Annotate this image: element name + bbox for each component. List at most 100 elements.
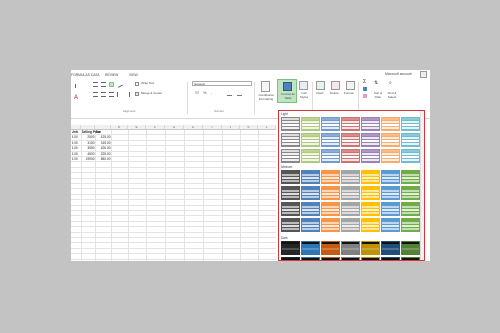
table-style-swatch[interactable] <box>401 257 420 260</box>
table-style-swatch[interactable] <box>361 170 380 184</box>
find-select-icon[interactable]: ⌕ <box>389 81 396 90</box>
decrease-decimal-icon[interactable] <box>237 91 242 96</box>
table-style-swatch[interactable] <box>381 133 400 147</box>
table-style-swatch[interactable] <box>381 149 400 163</box>
table-style-swatch[interactable] <box>361 133 380 147</box>
table-style-swatch[interactable] <box>281 117 300 131</box>
table-style-swatch[interactable] <box>281 257 300 260</box>
table-style-swatch[interactable] <box>381 218 400 232</box>
table-style-swatch[interactable] <box>361 186 380 200</box>
table-style-swatch[interactable] <box>321 257 340 260</box>
table-style-swatch[interactable] <box>281 170 300 184</box>
table-style-swatch[interactable] <box>341 202 360 216</box>
table-style-swatch[interactable] <box>301 241 320 255</box>
table-style-swatch[interactable] <box>361 149 380 163</box>
table-style-swatch[interactable] <box>341 149 360 163</box>
cell-styles-button[interactable]: Cell Styles <box>297 91 311 99</box>
delete-button[interactable]: Delete <box>330 91 339 96</box>
conditional-formatting-icon[interactable] <box>261 81 270 92</box>
table-style-swatch[interactable] <box>301 149 320 163</box>
tab-formulas[interactable]: FORMULAS <box>71 73 90 77</box>
comma-icon[interactable]: , <box>211 91 216 96</box>
table-style-swatch[interactable] <box>381 117 400 131</box>
align-center-icon[interactable] <box>101 92 106 97</box>
table-style-swatch[interactable] <box>321 170 340 184</box>
cell-styles-icon[interactable] <box>299 81 308 90</box>
format-cells-icon[interactable] <box>346 81 355 90</box>
wrap-text-button[interactable]: Wrap Text <box>141 81 154 86</box>
format-button[interactable]: Format <box>344 91 354 96</box>
table-style-swatch[interactable] <box>301 186 320 200</box>
table-style-swatch[interactable] <box>281 241 300 255</box>
sort-filter-button[interactable]: Sort & Filter <box>372 91 384 99</box>
table-style-swatch[interactable] <box>321 149 340 163</box>
table-style-swatch[interactable] <box>341 241 360 255</box>
align-top-icon[interactable] <box>93 82 98 87</box>
table-row[interactable] <box>71 254 276 260</box>
table-style-swatch[interactable] <box>341 117 360 131</box>
account-name[interactable]: Microsoft account <box>385 72 412 76</box>
autosum-icon[interactable]: Σ <box>363 80 368 85</box>
table-style-swatch[interactable] <box>361 117 380 131</box>
align-bottom-icon[interactable] <box>109 82 114 87</box>
clear-icon[interactable] <box>363 94 367 98</box>
align-left-icon[interactable] <box>93 92 98 97</box>
table-style-swatch[interactable] <box>321 186 340 200</box>
table-style-swatch[interactable] <box>381 202 400 216</box>
conditional-formatting-button[interactable]: Conditional Formatting <box>257 93 275 101</box>
table-style-swatch[interactable] <box>301 117 320 131</box>
tab-view[interactable]: VIEW <box>129 73 138 77</box>
format-painter-icon[interactable] <box>75 84 79 88</box>
orientation-icon[interactable] <box>116 81 123 88</box>
increase-decimal-icon[interactable] <box>227 91 232 96</box>
table-style-swatch[interactable] <box>281 133 300 147</box>
merge-center-button[interactable]: Merge & Center <box>141 91 162 96</box>
table-style-swatch[interactable] <box>361 218 380 232</box>
number-format-dropdown[interactable]: General <box>192 81 252 86</box>
table-style-swatch[interactable] <box>301 202 320 216</box>
table-style-swatch[interactable] <box>361 257 380 260</box>
gallery-scrollbar[interactable] <box>420 111 424 260</box>
table-style-swatch[interactable] <box>341 186 360 200</box>
table-style-swatch[interactable] <box>381 170 400 184</box>
table-style-swatch[interactable] <box>301 133 320 147</box>
table-style-swatch[interactable] <box>401 218 420 232</box>
table-style-swatch[interactable] <box>361 202 380 216</box>
table-style-swatch[interactable] <box>341 170 360 184</box>
decrease-indent-icon[interactable] <box>117 92 122 97</box>
table-style-swatch[interactable] <box>341 133 360 147</box>
table-style-swatch[interactable] <box>321 218 340 232</box>
table-style-swatch[interactable] <box>341 257 360 260</box>
table-style-swatch[interactable] <box>281 186 300 200</box>
table-style-swatch[interactable] <box>281 202 300 216</box>
table-style-swatch[interactable] <box>401 202 420 216</box>
table-style-swatch[interactable] <box>321 117 340 131</box>
percent-icon[interactable]: % <box>203 91 208 96</box>
table-style-swatch[interactable] <box>281 218 300 232</box>
tab-data[interactable]: DATA <box>91 73 100 77</box>
table-style-swatch[interactable] <box>321 241 340 255</box>
table-style-swatch[interactable] <box>301 170 320 184</box>
tab-review[interactable]: REVIEW <box>105 73 118 77</box>
table-style-swatch[interactable] <box>301 218 320 232</box>
find-select-button[interactable]: Find & Select <box>386 91 398 99</box>
table-style-swatch[interactable] <box>381 241 400 255</box>
avatar[interactable] <box>420 71 427 78</box>
sort-filter-icon[interactable]: ⇅ <box>374 81 381 90</box>
merge-center-icon[interactable] <box>135 92 139 96</box>
table-style-swatch[interactable] <box>401 117 420 131</box>
insert-cells-icon[interactable] <box>316 81 325 90</box>
table-style-swatch[interactable] <box>361 241 380 255</box>
insert-button[interactable]: Insert <box>316 91 324 96</box>
table-style-swatch[interactable] <box>401 149 420 163</box>
table-style-swatch[interactable] <box>281 149 300 163</box>
table-style-swatch[interactable] <box>341 218 360 232</box>
table-style-swatch[interactable] <box>381 186 400 200</box>
increase-indent-icon[interactable] <box>125 92 130 97</box>
table-style-swatch[interactable] <box>401 241 420 255</box>
table-style-swatch[interactable] <box>401 133 420 147</box>
delete-cells-icon[interactable] <box>331 81 340 90</box>
format-as-table-button[interactable]: Format as Table <box>277 79 297 103</box>
table-style-swatch[interactable] <box>401 186 420 200</box>
align-right-icon[interactable] <box>109 92 114 97</box>
